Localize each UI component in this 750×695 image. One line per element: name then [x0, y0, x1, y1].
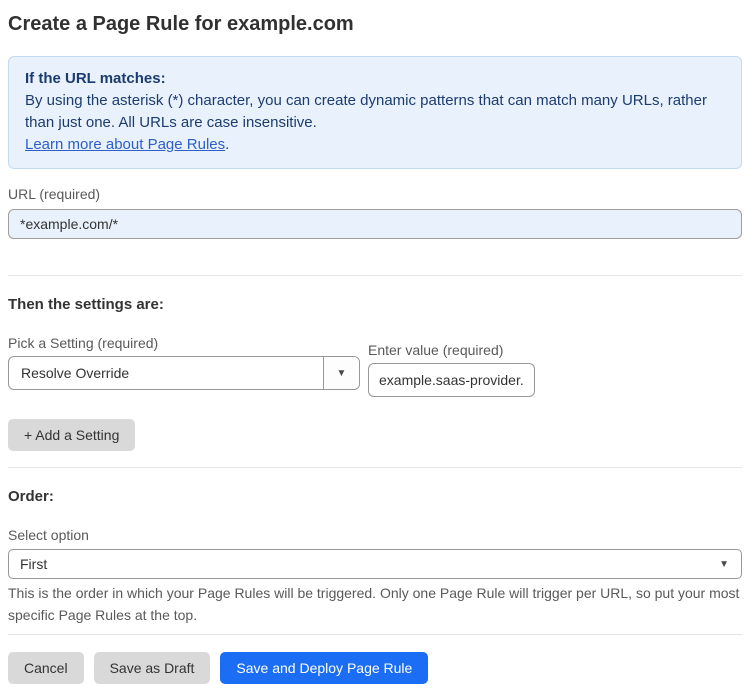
section-divider: [8, 467, 742, 468]
add-setting-button[interactable]: + Add a Setting: [8, 419, 136, 451]
settings-section-heading: Then the settings are:: [8, 296, 164, 313]
setting-select[interactable]: Resolve Override ▼: [8, 356, 360, 390]
url-match-info-box: If the URL matches: By using the asteris…: [8, 56, 742, 169]
setting-select-column: Pick a Setting (required) Resolve Overri…: [8, 334, 360, 390]
url-input[interactable]: [8, 209, 742, 239]
section-divider: [8, 275, 742, 276]
cancel-button[interactable]: Cancel: [8, 652, 84, 684]
info-box-body: By using the asterisk (*) character, you…: [25, 92, 707, 131]
page-title: Create a Page Rule for example.com: [8, 13, 354, 35]
info-box-link-line: Learn more about Page Rules.: [25, 134, 725, 156]
setting-select-label: Pick a Setting (required): [8, 335, 159, 351]
setting-select-value: Resolve Override: [21, 365, 130, 381]
dropdown-arrow-icon: ▼: [719, 558, 729, 570]
setting-value-column: Enter value (required): [368, 334, 535, 397]
save-and-deploy-button[interactable]: Save and Deploy Page Rule: [220, 652, 429, 684]
dropdown-arrow-icon: ▼: [323, 357, 359, 389]
order-select-value: First: [20, 556, 48, 572]
save-as-draft-button[interactable]: Save as Draft: [93, 652, 211, 684]
info-box-heading: If the URL matches:: [25, 70, 166, 87]
order-select[interactable]: First ▼: [8, 549, 742, 579]
order-select-label: Select option: [8, 527, 89, 543]
footer-divider: [8, 634, 742, 635]
settings-row: Pick a Setting (required) Resolve Overri…: [8, 334, 742, 397]
setting-value-input[interactable]: [368, 363, 535, 397]
learn-more-link[interactable]: Learn more about Page Rules: [25, 136, 225, 153]
value-field-label: Enter value (required): [368, 342, 504, 358]
link-period: .: [225, 136, 230, 153]
url-field-label: URL (required): [8, 186, 101, 202]
order-help-text: This is the order in which your Page Rul…: [8, 585, 740, 623]
order-section-heading: Order:: [8, 488, 54, 505]
footer-actions: Cancel Save as Draft Save and Deploy Pag…: [8, 652, 742, 684]
